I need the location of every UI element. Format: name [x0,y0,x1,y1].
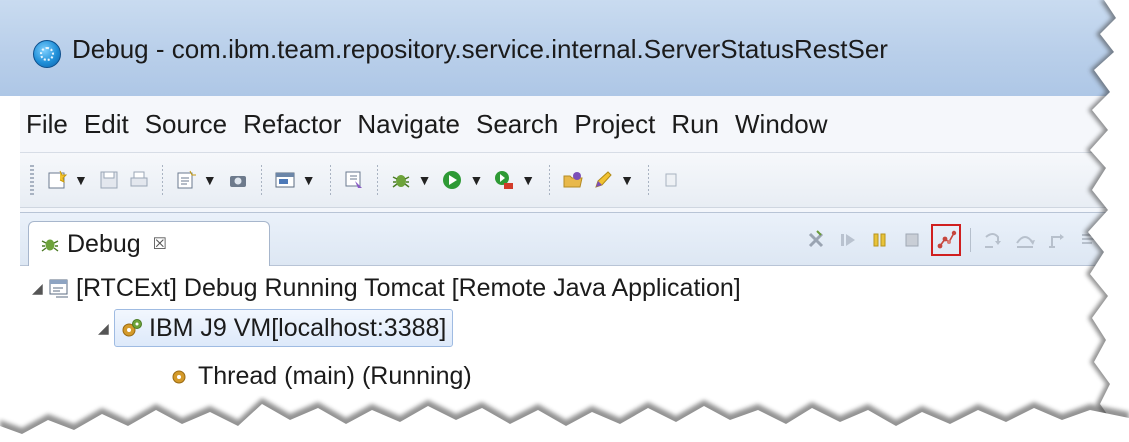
pencil-icon[interactable] [592,169,614,191]
vm-gears-icon [121,317,143,339]
eclipse-icon [33,40,61,68]
tab-debug[interactable]: Debug ☒ [28,221,270,266]
menu-refactor[interactable]: Refactor [235,109,349,140]
console-dropdown[interactable]: ▼ [302,172,316,188]
title-bar: Debug - com.ibm.team.repository.service.… [0,0,1129,96]
debug-view-toolbar [800,223,1105,257]
snapshot-icon[interactable] [227,169,249,191]
toolbar-separator [970,228,971,252]
coverage-dropdown[interactable]: ▼ [521,172,535,188]
eclipse-window: Debug - com.ibm.team.repository.service.… [0,0,1129,442]
new-class-dropdown[interactable]: ▼ [203,172,217,188]
toolbar-separator [376,165,378,195]
run-dropdown[interactable]: ▼ [469,172,483,188]
toolbar-separator [260,165,262,195]
run-icon[interactable] [441,169,463,191]
menu-navigate[interactable]: Navigate [349,109,468,140]
save-icon[interactable] [98,169,120,191]
launch-label: [RTCExt] Debug Running Tomcat [Remote Ja… [76,273,741,302]
selected-row-highlight: IBM J9 VM[localhost:3388] [114,309,454,347]
remove-terminated-icon[interactable] [805,229,827,251]
new-icon[interactable] [46,169,68,191]
workbench: File Edit Source Refactor Navigate Searc… [20,96,1129,442]
tab-debug-label: Debug [67,229,141,258]
menu-source[interactable]: Source [137,109,235,140]
toolbar-separator [329,165,331,195]
step-over-icon[interactable] [1014,229,1036,251]
overflow-tool-icon[interactable] [661,169,683,191]
external-tools-icon[interactable] [343,169,365,191]
remote-launch-icon [48,277,70,299]
menu-search[interactable]: Search [468,109,566,140]
expand-twisty-icon[interactable]: ◢ [98,320,114,337]
debug-view: Debug ☒ ◢ [RTCExt] Debug Running Tomcat … [20,212,1129,442]
menu-bar: File Edit Source Refactor Navigate Searc… [20,96,1129,152]
debug-tree: ◢ [RTCExt] Debug Running Tomcat [Remote … [20,265,1129,442]
menu-run[interactable]: Run [663,109,727,140]
resume-icon[interactable] [837,229,859,251]
debug-icon [39,233,61,255]
close-icon[interactable]: ☒ [153,234,167,254]
debug-icon[interactable] [390,169,412,191]
menu-window[interactable]: Window [727,109,835,140]
expand-twisty-icon[interactable]: ◢ [32,280,48,297]
console-icon[interactable] [274,169,296,191]
menu-file[interactable]: File [20,109,76,140]
toolbar-separator [161,165,163,195]
tree-row-vm[interactable]: ◢ IBM J9 VM[localhost:3388] [98,309,454,347]
tree-row-launch[interactable]: ◢ [RTCExt] Debug Running Tomcat [Remote … [32,269,741,307]
view-tab-strip: Debug ☒ [20,213,1129,266]
suspend-icon[interactable] [869,229,891,251]
debug-dropdown[interactable]: ▼ [418,172,432,188]
print-icon[interactable] [128,169,150,191]
vm-label: IBM J9 VM[localhost:3388] [149,313,447,342]
menu-project[interactable]: Project [566,109,663,140]
toolbar-separator [648,165,650,195]
pencil-dropdown[interactable]: ▼ [620,172,634,188]
open-folder-icon[interactable] [562,169,584,191]
toolbar-separator [549,165,551,195]
menu-edit[interactable]: Edit [76,109,137,140]
new-class-icon[interactable] [175,169,197,191]
drop-to-frame-icon[interactable] [1078,229,1100,251]
step-into-icon[interactable] [982,229,1004,251]
coverage-icon[interactable] [493,169,515,191]
tree-row-thread[interactable]: Thread (main) (Running) [170,357,472,395]
window-title: Debug - com.ibm.team.repository.service.… [72,34,888,64]
step-return-icon[interactable] [1046,229,1068,251]
terminate-icon[interactable] [901,229,923,251]
main-toolbar: ▼ ▼ ▼ ▼ ▼ ▼ ▼ [20,152,1129,208]
thread-gears-icon [170,365,192,387]
disconnect-icon[interactable] [931,224,961,256]
toolbar-grip[interactable] [30,165,34,195]
new-dropdown[interactable]: ▼ [74,172,88,188]
thread-label: Thread (main) (Running) [198,361,472,390]
